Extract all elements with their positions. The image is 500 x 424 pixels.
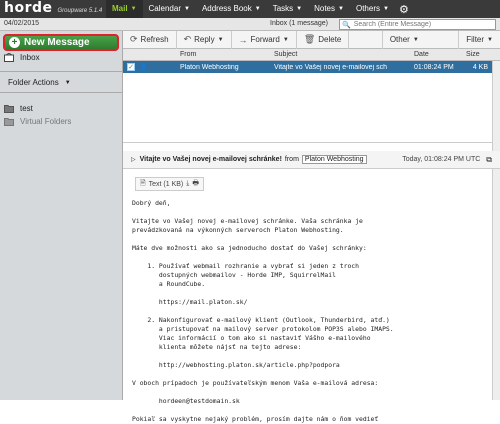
forward-icon: → <box>238 34 248 45</box>
collapse-triangle-icon[interactable]: ▷ <box>131 156 136 163</box>
reply-icon: ↶ <box>183 34 192 44</box>
reply-label: Reply <box>194 35 215 44</box>
column-from[interactable]: From <box>176 49 270 61</box>
document-icon: 🗎 <box>140 179 146 187</box>
mailbox-status: Inbox (1 message) <box>270 20 328 27</box>
message-subject: Vitajte vo Vašej novej e-mailovej sch <box>274 63 387 71</box>
preview-scrollbar[interactable] <box>492 169 500 400</box>
current-date: 04/02/2015 <box>4 20 40 27</box>
chevron-down-icon: ▼ <box>64 79 71 86</box>
new-message-label: New Message <box>24 37 90 48</box>
user-icon: 👤 <box>139 64 148 71</box>
folder-icon <box>4 105 14 113</box>
inbox-icon <box>4 53 14 62</box>
menu-mail-label: Mail <box>112 4 128 13</box>
chevron-down-icon: ▼ <box>296 6 303 12</box>
main-pane: ⟳ Refresh ↶ Reply ▼ → Forward ▼ 🗑 Delete Other… <box>123 30 500 423</box>
chevron-down-icon: ▼ <box>130 6 137 12</box>
chevron-down-icon: ▼ <box>282 36 289 43</box>
refresh-button[interactable]: ⟳ Refresh <box>123 30 177 49</box>
chevron-down-icon: ▼ <box>487 36 493 43</box>
message-toolbar: ⟳ Refresh ↶ Reply ▼ → Forward ▼ 🗑 Delete Other… <box>123 30 500 49</box>
search-input[interactable] <box>353 21 494 28</box>
top-menu-bar: horde Groupware 5.1.4 Mail ▼ Calendar ▼ Ad… <box>0 0 500 18</box>
folder-actions-menu[interactable]: Folder Actions ▼ <box>8 78 71 87</box>
menu-tasks-label: Tasks <box>272 4 294 13</box>
popout-icon[interactable]: ⧉ <box>486 155 492 165</box>
horde-logo[interactable]: horde Groupware 5.1.4 <box>0 0 106 18</box>
sidebar: + New Message Inbox Folder Actions ▼ tes… <box>0 31 123 400</box>
preview-timestamp: Today, 01:08:24 PM UTC <box>402 156 481 163</box>
message-size: 4 KB <box>472 63 488 71</box>
message-date: 01:08:24 PM <box>414 63 454 71</box>
chevron-down-icon: ▼ <box>382 6 389 12</box>
forward-button[interactable]: → Forward ▼ <box>232 30 297 49</box>
filter-label: Filter <box>466 35 485 44</box>
gear-icon[interactable]: ⚙ <box>395 3 413 16</box>
menu-notes[interactable]: Notes ▼ <box>308 0 350 18</box>
preview-subject: Vitajte vo Vašej novej e-mailovej schrán… <box>139 156 282 163</box>
column-date[interactable]: Date <box>410 49 462 61</box>
menu-address-book[interactable]: Address Book ▼ <box>196 0 267 18</box>
chevron-down-icon: ▼ <box>254 6 261 12</box>
refresh-icon: ⟳ <box>130 34 138 44</box>
forward-label: Forward <box>250 35 280 44</box>
sidebar-item-virtual-folders[interactable]: Virtual Folders <box>4 117 71 126</box>
chevron-down-icon: ▼ <box>412 36 419 43</box>
main-menu: Mail ▼ Calendar ▼ Address Book ▼ Tasks ▼ Not… <box>106 0 413 18</box>
trash-icon: 🗑 <box>303 34 316 44</box>
menu-address-book-label: Address Book <box>201 4 252 13</box>
list-scrollbar[interactable] <box>492 61 500 151</box>
search-box[interactable]: 🔍 <box>339 19 496 30</box>
refresh-label: Refresh <box>140 35 169 44</box>
menu-others-label: Others <box>355 4 380 13</box>
menu-others[interactable]: Others ▼ <box>350 0 395 18</box>
message-list-header: From Subject Date Size <box>123 49 500 61</box>
message-list-empty-area <box>123 73 500 143</box>
row-checkbox[interactable]: ✓ <box>127 63 135 71</box>
attachment-label: Text (1 KB) <box>148 180 184 188</box>
folder-actions-label: Folder Actions <box>8 78 59 87</box>
chevron-down-icon: ▼ <box>183 6 190 12</box>
filter-button[interactable]: Filter ▼ <box>458 30 500 49</box>
preview-from[interactable]: Platon Webhosting <box>301 155 367 164</box>
chevron-down-icon: ▼ <box>338 6 344 12</box>
message-body: Dobrý deň, Vitajte vo Vašej novej e-mail… <box>132 199 394 423</box>
menu-tasks[interactable]: Tasks ▼ <box>267 0 308 18</box>
menu-calendar[interactable]: Calendar ▼ <box>143 0 196 18</box>
status-bar: 04/02/2015 Inbox (1 message) 🔍 <box>0 18 500 31</box>
table-row[interactable]: ✓ 👤 Platon Webhosting Vitajte vo Vašej n… <box>123 61 500 73</box>
message-from: Platon Webhosting <box>180 63 239 71</box>
from-label: from <box>284 156 299 163</box>
column-subject[interactable]: Subject <box>270 49 410 61</box>
menu-calendar-label: Calendar <box>148 4 181 13</box>
other-label: Other <box>389 35 410 44</box>
delete-button[interactable]: 🗑 Delete <box>297 30 350 49</box>
search-icon[interactable]: 🔍 <box>342 21 351 29</box>
sidebar-item-inbox[interactable]: Inbox <box>4 53 40 62</box>
folder-actions[interactable]: Folder Actions ▼ <box>0 71 123 93</box>
sidebar-item-test[interactable]: test <box>4 104 33 113</box>
reply-button[interactable]: ↶ Reply ▼ <box>177 30 232 49</box>
logo-text: horde <box>4 0 53 16</box>
menu-mail[interactable]: Mail ▼ <box>106 0 143 18</box>
print-icon[interactable]: 🖶 <box>192 179 199 190</box>
product-version: Groupware 5.1.4 <box>57 8 103 14</box>
new-message-button[interactable]: + New Message <box>3 34 119 51</box>
sidebar-item-label: test <box>20 104 33 113</box>
select-column[interactable] <box>123 49 176 61</box>
column-size[interactable]: Size <box>462 49 492 61</box>
preview-header: ▷ Vitajte vo Vašej novej e-mailovej schr… <box>123 151 500 169</box>
folder-icon <box>4 118 14 126</box>
menu-notes-label: Notes <box>314 4 336 13</box>
sidebar-item-label: Virtual Folders <box>20 117 72 126</box>
attachment[interactable]: 🗎 Text (1 KB) ⤓ 🖶 <box>135 177 204 191</box>
chevron-down-icon: ▼ <box>217 36 224 43</box>
sidebar-item-label: Inbox <box>20 53 40 62</box>
delete-label: Delete <box>318 35 342 44</box>
download-icon[interactable]: ⤓ <box>186 180 189 188</box>
plus-icon: + <box>9 37 20 48</box>
other-button[interactable]: Other ▼ <box>381 30 426 49</box>
